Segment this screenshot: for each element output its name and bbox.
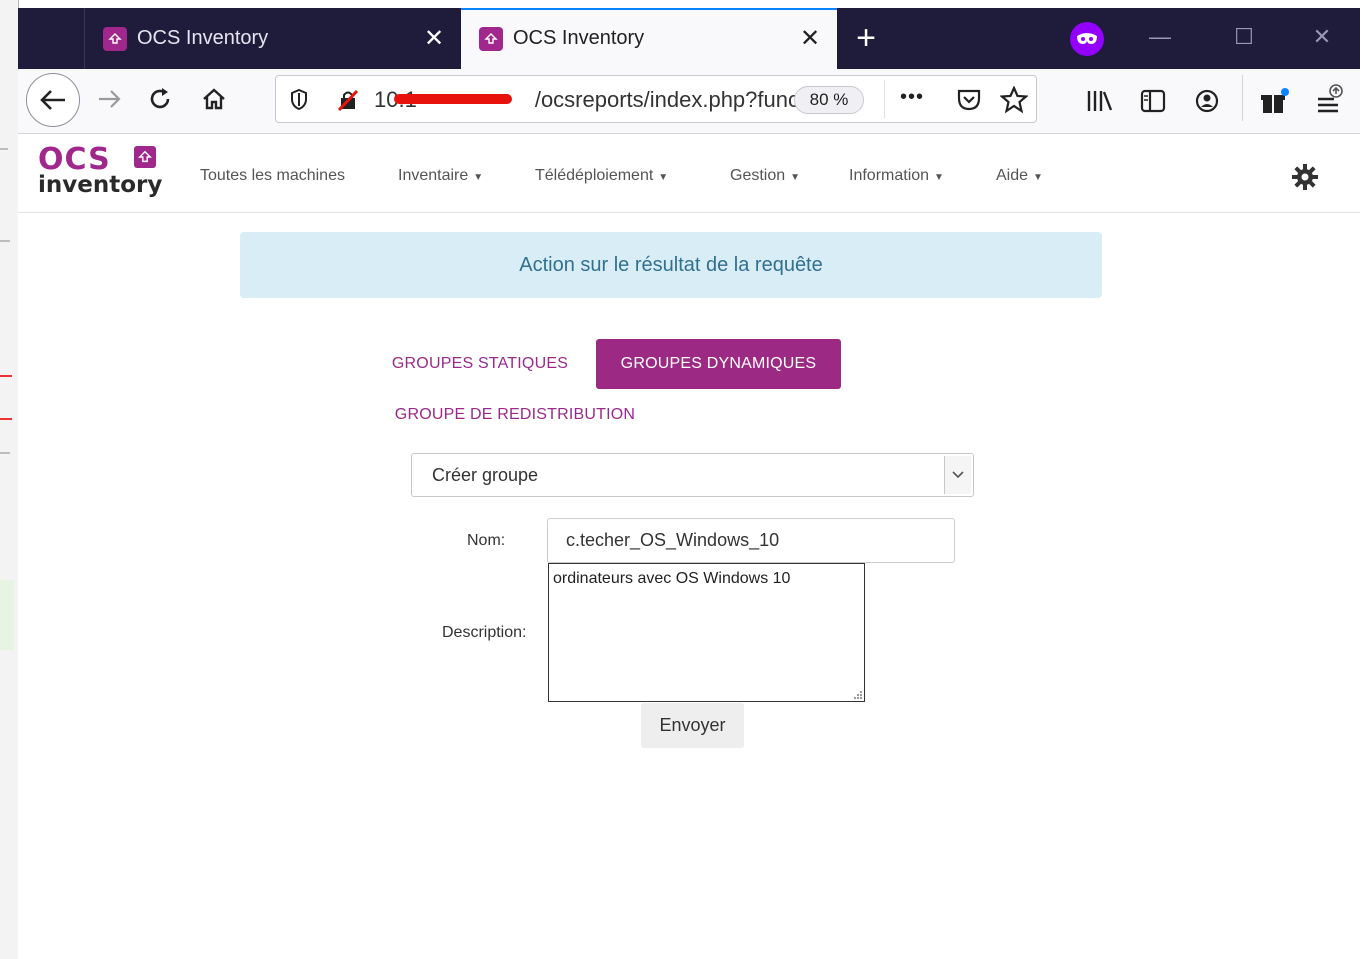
background-window-strip — [0, 0, 19, 959]
arrow-left-icon — [40, 90, 65, 110]
info-alert: Action sur le résultat de la requête — [240, 232, 1102, 298]
tab-title: OCS Inventory — [137, 27, 269, 49]
minimize-button[interactable]: — — [1140, 22, 1180, 52]
forward-button[interactable] — [90, 79, 130, 119]
bookmark-star-icon[interactable] — [1000, 86, 1028, 114]
insecure-lock-icon — [337, 89, 359, 112]
tab-groupe-de-redistribution[interactable]: GROUPE DE REDISTRIBUTION — [372, 395, 658, 435]
library-icon[interactable] — [1086, 89, 1114, 113]
browser-navigation-bar: 10.1/ocsreports/index.php?func 80 % ••• — [18, 69, 1360, 134]
gift-icon[interactable] — [1260, 87, 1290, 115]
url-redaction-mark — [394, 94, 512, 104]
tab-title: OCS Inventory — [513, 27, 645, 49]
caret-down-icon: ▼ — [658, 172, 669, 183]
ocs-favicon-icon — [103, 26, 127, 51]
menu-inventaire[interactable]: Inventaire ▼ — [398, 167, 483, 185]
ocs-favicon-icon — [479, 26, 503, 51]
menu-information[interactable]: Information ▼ — [849, 167, 944, 185]
hamburger-menu-icon[interactable] — [1314, 83, 1344, 117]
caret-down-icon: ▼ — [790, 172, 801, 183]
tab-groupes-dynamiques[interactable]: GROUPES DYNAMIQUES — [596, 339, 841, 389]
arrow-right-icon — [99, 90, 121, 108]
resize-grip-icon[interactable] — [851, 688, 863, 700]
settings-gear-icon[interactable] — [1290, 162, 1320, 192]
sidebar-icon[interactable] — [1140, 88, 1166, 114]
envoyer-button[interactable]: Envoyer — [641, 703, 744, 748]
ocs-navbar: OCS inventory Toutes les machines Invent… — [18, 134, 1360, 213]
browser-tab-bar: OCS Inventory ✕ OCS Inventory ✕ + — ☐ ✕ — [18, 8, 1360, 69]
shield-icon — [291, 89, 307, 111]
reload-button[interactable] — [140, 79, 180, 119]
close-tab-icon[interactable]: ✕ — [795, 24, 825, 53]
account-icon[interactable] — [1194, 88, 1220, 114]
maximize-button[interactable]: ☐ — [1224, 22, 1264, 52]
tab-groupes-statiques[interactable]: GROUPES STATIQUES — [372, 340, 588, 388]
menu-aide[interactable]: Aide ▼ — [996, 167, 1043, 185]
menu-teledeploiement[interactable]: Télédéploiement ▼ — [535, 167, 668, 185]
menu-toutes-les-machines[interactable]: Toutes les machines — [200, 167, 345, 185]
menu-gestion[interactable]: Gestion ▼ — [730, 167, 800, 185]
browser-tab-2-active[interactable]: OCS Inventory ✕ — [461, 8, 837, 69]
logo-upload-icon — [134, 146, 156, 168]
caret-down-icon: ▼ — [934, 172, 944, 183]
chevron-down-icon[interactable] — [944, 456, 971, 494]
browser-tab-1[interactable]: OCS Inventory ✕ — [84, 8, 461, 69]
caret-down-icon: ▼ — [473, 172, 484, 183]
zoom-level-badge[interactable]: 80 % — [794, 86, 864, 114]
ocs-logo[interactable]: OCS inventory — [38, 144, 163, 199]
close-window-button[interactable]: ✕ — [1302, 22, 1342, 52]
nom-label: Nom: — [467, 532, 506, 549]
home-button[interactable] — [194, 79, 234, 119]
caret-down-icon: ▼ — [1033, 172, 1043, 183]
close-tab-icon[interactable]: ✕ — [419, 24, 449, 53]
back-button[interactable] — [26, 73, 80, 127]
pocket-icon[interactable] — [956, 88, 982, 112]
description-label: Description: — [442, 624, 527, 641]
new-tab-button[interactable]: + — [846, 18, 886, 58]
logo-text-inventory: inventory — [38, 172, 163, 198]
nom-field[interactable] — [547, 518, 955, 563]
description-field[interactable]: ordinateurs avec OS Windows 10 — [548, 563, 865, 702]
private-browsing-icon — [1070, 22, 1104, 56]
page-actions-menu-icon[interactable]: ••• — [900, 86, 924, 109]
select-value: Créer groupe — [432, 465, 539, 485]
reload-icon — [150, 88, 170, 109]
url-bar[interactable]: 10.1/ocsreports/index.php?func 80 % ••• — [275, 75, 1037, 123]
action-select[interactable]: Créer groupe — [411, 453, 974, 497]
home-icon — [203, 88, 225, 110]
